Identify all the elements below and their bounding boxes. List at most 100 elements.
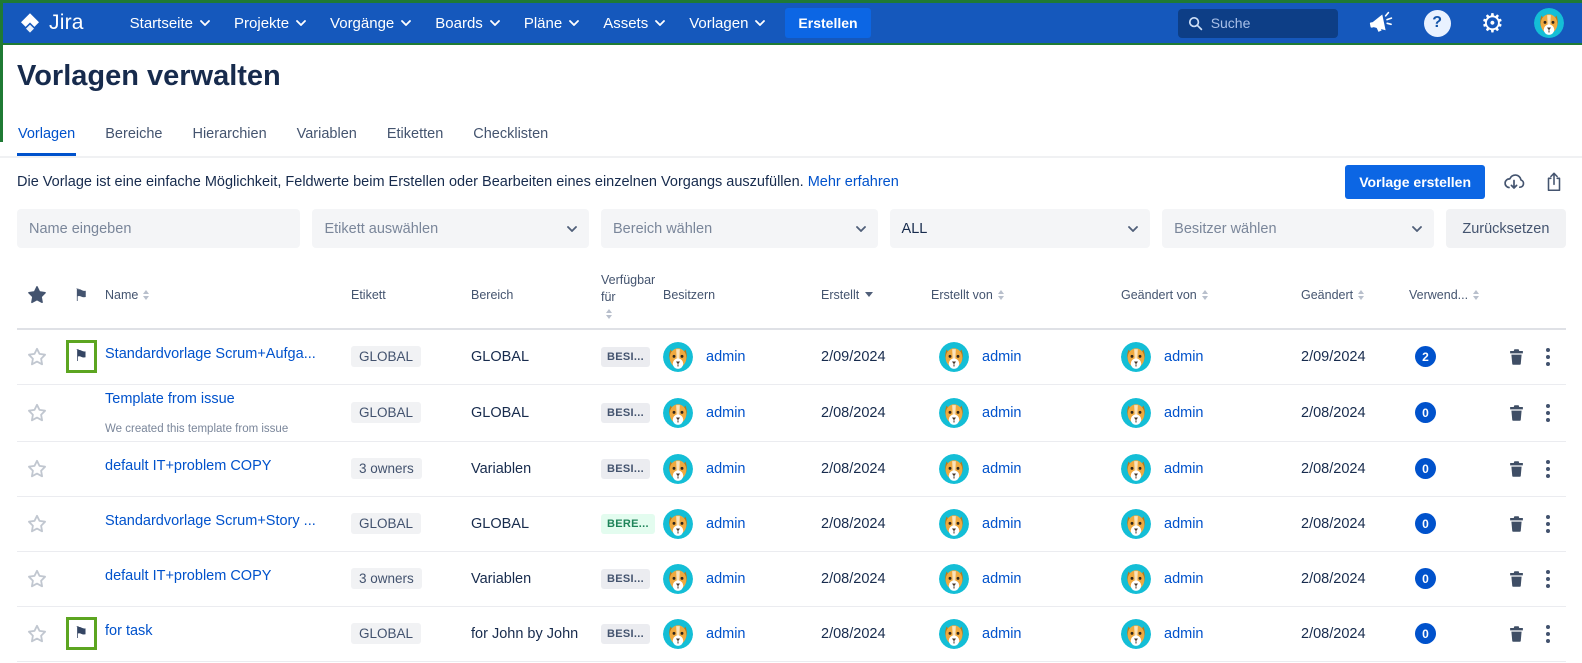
nav-menu-item[interactable]: Assets	[591, 3, 677, 43]
star-toggle[interactable]	[17, 624, 57, 644]
reset-filters-button[interactable]: Zurücksetzen	[1446, 209, 1566, 248]
column-header-erstellt[interactable]: Erstellt	[821, 287, 931, 304]
star-toggle[interactable]	[17, 459, 57, 479]
usage-count-badge[interactable]: 0	[1415, 458, 1436, 479]
type-filter-select[interactable]: ALL	[890, 209, 1151, 248]
user-avatar	[939, 454, 969, 484]
owner-link[interactable]: admin	[706, 461, 746, 477]
learn-more-link[interactable]: Mehr erfahren	[808, 174, 899, 190]
create-button[interactable]: Erstellen	[785, 8, 870, 38]
usage-count-badge[interactable]: 0	[1415, 623, 1436, 644]
tab[interactable]: Etiketten	[386, 122, 444, 156]
scope-filter-select[interactable]: Bereich wählen	[601, 209, 878, 248]
created-by-link[interactable]: admin	[982, 349, 1022, 365]
template-name-link[interactable]: Standardvorlage Scrum+Aufga...	[105, 346, 316, 362]
more-options-button[interactable]	[1544, 346, 1552, 368]
star-toggle[interactable]	[17, 403, 57, 423]
name-filter-field[interactable]	[17, 209, 300, 248]
more-options-button[interactable]	[1544, 623, 1552, 645]
modified-by-link[interactable]: admin	[1164, 349, 1204, 365]
delete-button[interactable]	[1508, 515, 1525, 532]
help-button[interactable]: ?	[1424, 10, 1451, 37]
global-search[interactable]	[1178, 9, 1338, 38]
column-header-besitzern[interactable]: Besitzern	[663, 287, 821, 304]
modified-by-link[interactable]: admin	[1164, 516, 1204, 532]
column-header-name[interactable]: Name	[105, 287, 351, 304]
sort-icon	[1358, 290, 1364, 300]
trash-icon	[1508, 625, 1525, 642]
modified-by-link[interactable]: admin	[1164, 626, 1204, 642]
delete-button[interactable]	[1508, 625, 1525, 642]
template-name-link[interactable]: default IT+problem COPY	[105, 458, 271, 474]
usage-count-badge[interactable]: 0	[1415, 513, 1436, 534]
label-filter-select[interactable]: Etikett auswählen	[312, 209, 589, 248]
owner-link[interactable]: admin	[706, 516, 746, 532]
template-name-link[interactable]: default IT+problem COPY	[105, 568, 271, 584]
nav-menu-item[interactable]: Vorgänge	[318, 3, 423, 43]
delete-button[interactable]	[1508, 570, 1525, 587]
owner-link[interactable]: admin	[706, 405, 746, 421]
created-by-link[interactable]: admin	[982, 461, 1022, 477]
star-toggle[interactable]	[17, 569, 57, 589]
more-options-button[interactable]	[1544, 402, 1552, 424]
column-header-bereich[interactable]: Bereich	[471, 287, 601, 304]
column-header-erstellt-von[interactable]: Erstellt von	[931, 287, 1121, 304]
flag-column-header[interactable]: ⚑	[57, 287, 105, 304]
star-toggle[interactable]	[17, 347, 57, 367]
star-toggle[interactable]	[17, 514, 57, 534]
tab-label: Bereiche	[105, 126, 162, 142]
template-name-link[interactable]: Standardvorlage Scrum+Story ...	[105, 513, 316, 529]
nav-menu-item[interactable]: Startseite	[118, 3, 222, 43]
settings-button[interactable]: ⚙	[1481, 10, 1504, 36]
column-header-verwendungen[interactable]: Verwend...	[1409, 287, 1487, 304]
nav-menu-item[interactable]: Vorlagen	[677, 3, 777, 43]
usage-count-badge[interactable]: 0	[1415, 402, 1436, 423]
more-options-button[interactable]	[1544, 513, 1552, 535]
create-template-button[interactable]: Vorlage erstellen	[1345, 165, 1485, 199]
tab[interactable]: Checklisten	[472, 122, 549, 156]
more-options-button[interactable]	[1544, 568, 1552, 590]
search-input[interactable]	[1211, 15, 1321, 31]
template-name-link[interactable]: Template from issue	[105, 391, 235, 407]
nav-menu-item[interactable]: Pläne	[512, 3, 591, 43]
tab[interactable]: Hierarchien	[191, 122, 267, 156]
owner-filter-select[interactable]: Besitzer wählen	[1162, 209, 1434, 248]
tab[interactable]: Variablen	[296, 122, 358, 156]
nav-menu-item[interactable]: Boards	[423, 3, 512, 43]
delete-button[interactable]	[1508, 348, 1525, 365]
created-by-link[interactable]: admin	[982, 516, 1022, 532]
created-by-link[interactable]: admin	[982, 405, 1022, 421]
usage-count-badge[interactable]: 0	[1415, 568, 1436, 589]
template-name-link[interactable]: for task	[105, 623, 153, 639]
owner-link[interactable]: admin	[706, 349, 746, 365]
column-header-etikett[interactable]: Etikett	[351, 287, 471, 304]
owner-link[interactable]: admin	[706, 626, 746, 642]
name-filter-input[interactable]	[29, 221, 288, 237]
created-by-link[interactable]: admin	[982, 626, 1022, 642]
delete-button[interactable]	[1508, 460, 1525, 477]
flag-toggle[interactable]: ⚑	[66, 617, 97, 650]
jira-logo[interactable]: Jira	[18, 11, 84, 35]
column-header-geaendert[interactable]: Geändert	[1301, 287, 1409, 304]
modified-by-link[interactable]: admin	[1164, 405, 1204, 421]
announcements-button[interactable]	[1368, 11, 1394, 35]
created-by-link[interactable]: admin	[982, 571, 1022, 587]
export-button[interactable]	[1543, 170, 1565, 194]
flag-toggle[interactable]: ⚑	[66, 340, 97, 373]
tab[interactable]: Vorlagen	[17, 122, 76, 156]
nav-menu-item[interactable]: Projekte	[222, 3, 318, 43]
delete-button[interactable]	[1508, 404, 1525, 421]
modified-by-link[interactable]: admin	[1164, 461, 1204, 477]
modified-by-link[interactable]: admin	[1164, 571, 1204, 587]
table-row: ⚑ default IT+problem COPY 3 owners Varia…	[17, 442, 1566, 497]
column-header-verfuegbar[interactable]: Verfügbar für	[601, 272, 663, 319]
usage-count-badge[interactable]: 2	[1415, 346, 1436, 367]
star-column-header[interactable]	[17, 285, 57, 305]
owner-link[interactable]: admin	[706, 571, 746, 587]
profile-button[interactable]	[1534, 8, 1564, 38]
user-avatar	[663, 342, 693, 372]
more-options-button[interactable]	[1544, 458, 1552, 480]
import-button[interactable]	[1501, 170, 1527, 194]
tab[interactable]: Bereiche	[104, 122, 163, 156]
column-header-geaendert-von[interactable]: Geändert von	[1121, 287, 1301, 304]
